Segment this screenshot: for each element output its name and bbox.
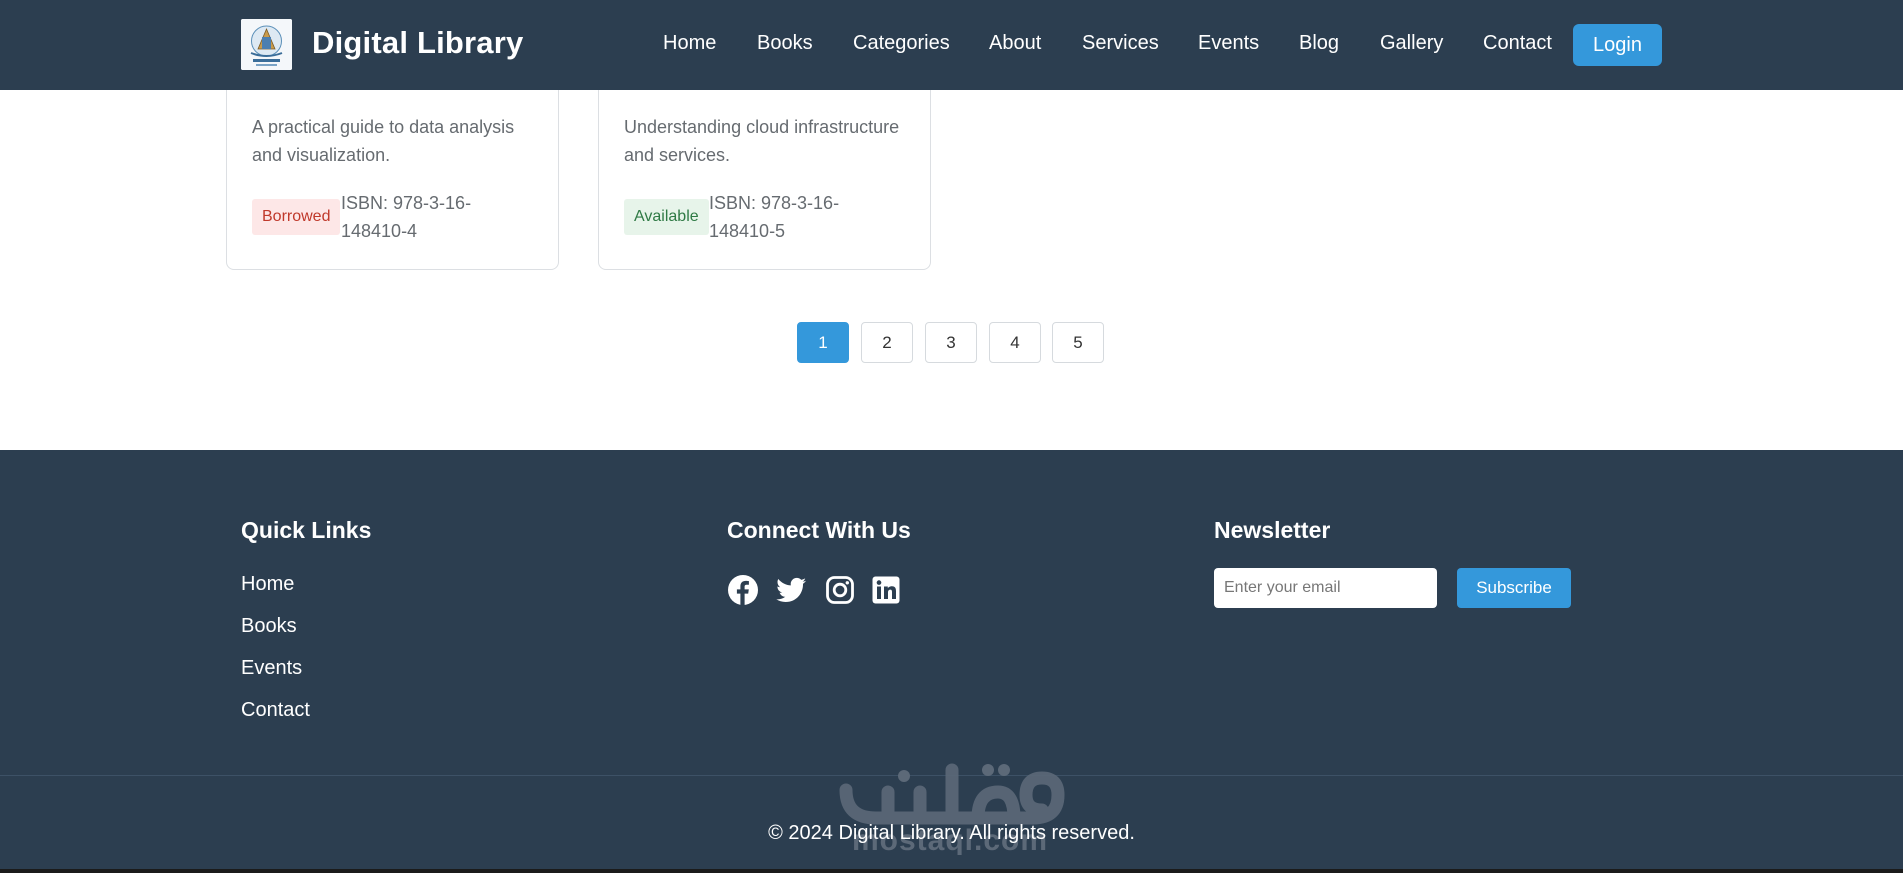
connect-title: Connect With Us (727, 517, 911, 543)
nav-link-contact[interactable]: Contact (1483, 32, 1552, 55)
site-header: Digital Library Home Books Categories Ab… (0, 0, 1903, 90)
book-description: A practical guide to data analysis and v… (252, 117, 515, 165)
login-button[interactable]: Login (1573, 24, 1662, 66)
status-badge: Borrowed (252, 199, 341, 235)
nav-link-services[interactable]: Services (1082, 32, 1159, 55)
newsletter-title: Newsletter (1214, 517, 1331, 543)
linkedin-icon[interactable] (870, 574, 902, 606)
subscribe-button[interactable]: Subscribe (1457, 568, 1571, 608)
facebook-icon[interactable] (727, 574, 759, 606)
book-isbn: ISBN: 978-3-16-148410-5 (709, 193, 840, 241)
nav-link-gallery[interactable]: Gallery (1380, 32, 1443, 55)
nav-link-blog[interactable]: Blog (1299, 32, 1339, 55)
status-badge: Available (624, 199, 709, 235)
page-button-2[interactable]: 2 (861, 322, 913, 363)
newsletter-email-input[interactable] (1214, 568, 1437, 608)
book-isbn: ISBN: 978-3-16-148410-4 (341, 193, 472, 241)
footer-link-home[interactable]: Home (241, 573, 294, 596)
twitter-icon[interactable] (775, 574, 807, 606)
instagram-icon[interactable] (824, 574, 856, 606)
quick-links-title: Quick Links (241, 517, 372, 543)
page-button-5[interactable]: 5 (1052, 322, 1104, 363)
footer-link-books[interactable]: Books (241, 615, 297, 638)
nav-link-categories[interactable]: Categories (853, 32, 950, 55)
page-button-4[interactable]: 4 (989, 322, 1041, 363)
book-description: Understanding cloud infrastructure and s… (624, 117, 900, 165)
nav-link-about[interactable]: About (989, 32, 1041, 55)
nav-link-events[interactable]: Events (1198, 32, 1259, 55)
page-button-1[interactable]: 1 (797, 322, 849, 363)
bottom-edge (0, 869, 1903, 873)
copyright-text: © 2024 Digital Library. All rights reser… (768, 822, 1135, 844)
footer-link-events[interactable]: Events (241, 657, 302, 680)
nav-link-home[interactable]: Home (663, 32, 716, 55)
page-button-3[interactable]: 3 (925, 322, 977, 363)
nav-link-books[interactable]: Books (757, 32, 813, 55)
footer-link-contact[interactable]: Contact (241, 699, 310, 722)
